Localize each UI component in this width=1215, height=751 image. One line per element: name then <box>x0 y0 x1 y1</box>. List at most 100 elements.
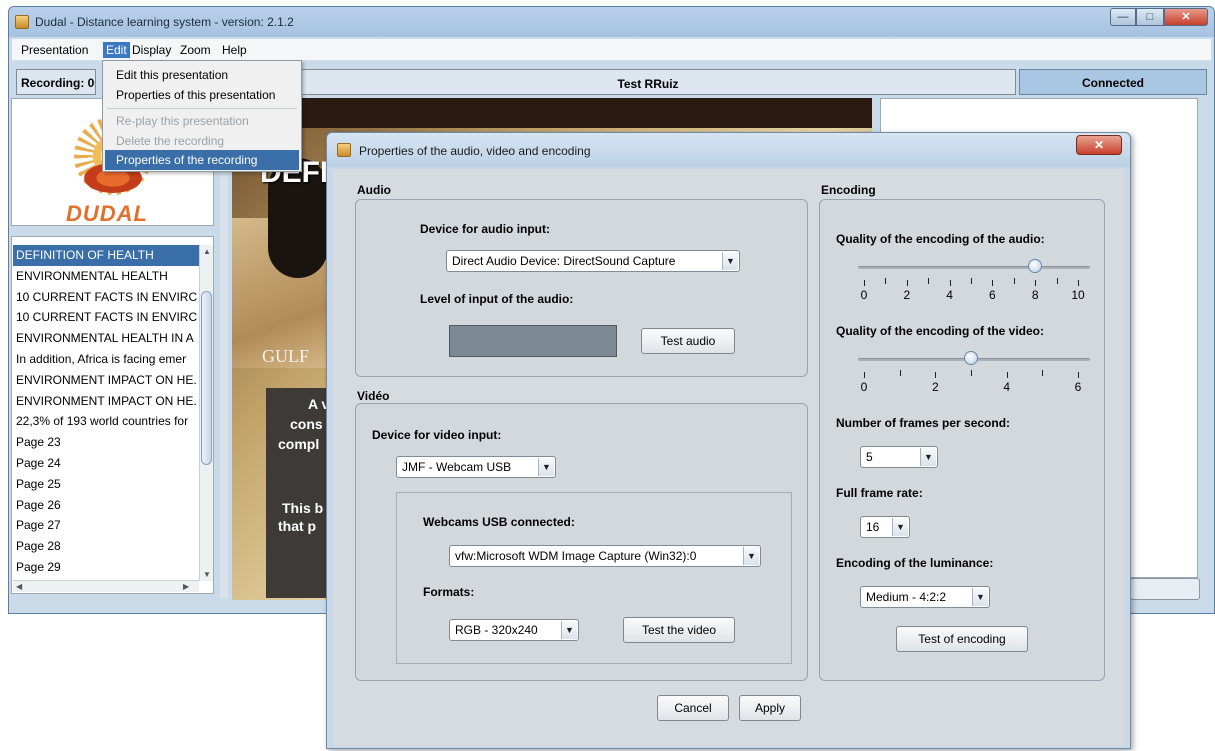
scroll-right-icon[interactable]: ▶ <box>183 582 189 591</box>
vertical-scrollbar[interactable]: ▲ ▼ <box>199 245 213 581</box>
video-section-label: Vidéo <box>357 389 390 403</box>
menu-item-presentation-properties[interactable]: Properties of this presentation <box>105 85 299 105</box>
video-slider-tick <box>935 372 937 378</box>
recording-timer: Recording: 00 <box>16 69 96 95</box>
video-slider-tick-label: 0 <box>860 380 868 394</box>
list-item[interactable]: ENVIRONMENTAL HEALTH <box>13 266 199 287</box>
scroll-up-icon[interactable]: ▲ <box>203 247 211 256</box>
logo: DUDAL <box>66 201 148 226</box>
maximize-icon[interactable]: □ <box>1136 8 1164 26</box>
list-item[interactable]: DEFINITION OF HEALTH <box>13 245 199 266</box>
apply-button[interactable]: Apply <box>739 695 801 721</box>
menu-bar: Presentation Edit Display Zoom Help <box>12 39 1211 61</box>
slide-text-3: compl <box>278 436 320 452</box>
list-item[interactable]: ENVIRONMENT IMPACT ON HE. <box>13 391 199 412</box>
luminance-value: Medium - 4:2:2 <box>866 590 947 604</box>
menu-item-edit-presentation[interactable]: Edit this presentation <box>105 65 299 85</box>
app-icon <box>15 15 29 29</box>
audio-slider-tick <box>885 278 887 284</box>
audio-slider-tick-label: 2 <box>903 288 911 302</box>
list-item[interactable]: Page 27 <box>13 515 199 536</box>
audio-slider-tick <box>864 280 865 286</box>
test-audio-button[interactable]: Test audio <box>641 328 735 354</box>
list-item[interactable]: Page 26 <box>13 495 199 516</box>
dialog-body: Audio Device for audio input: Direct Aud… <box>333 169 1124 746</box>
window-controls: — □ ✕ <box>1110 8 1208 26</box>
panel-splitter[interactable] <box>220 98 228 598</box>
audio-slider-tick <box>1056 278 1058 284</box>
audio-slider-tick <box>1078 280 1079 286</box>
menu-zoom[interactable]: Zoom <box>177 42 214 58</box>
presentation-title: Test RRuiz <box>280 69 1016 95</box>
audio-slider-thumb[interactable] <box>1028 259 1043 273</box>
video-slider-tick-label: 4 <box>1003 380 1010 394</box>
test-encoding-button[interactable]: Test of encoding <box>896 626 1028 652</box>
chevron-down-icon[interactable]: ▼ <box>920 448 936 466</box>
full-rate-select[interactable]: 16 ▼ <box>860 516 910 538</box>
video-group: Device for video input: JMF - Webcam USB… <box>355 403 808 681</box>
horizontal-scrollbar[interactable]: ◀ ▶ <box>13 580 199 592</box>
slide-text-5: that p <box>278 518 317 534</box>
menu-edit[interactable]: Edit <box>103 42 130 58</box>
menu-item-delete-recording: Delete the recording <box>116 134 225 148</box>
scroll-down-icon[interactable]: ▼ <box>203 570 211 579</box>
chevron-down-icon[interactable]: ▼ <box>972 588 988 606</box>
chevron-down-icon[interactable]: ▼ <box>561 621 577 639</box>
list-item[interactable]: ENVIRONMENT IMPACT ON HE. <box>13 370 199 391</box>
luminance-select[interactable]: Medium - 4:2:2 ▼ <box>860 586 990 608</box>
chevron-down-icon[interactable]: ▼ <box>722 252 738 270</box>
webcams-label: Webcams USB connected: <box>423 515 575 529</box>
test-video-button[interactable]: Test the video <box>623 617 735 643</box>
audio-level-label: Level of input of the audio: <box>420 292 574 306</box>
fps-select[interactable]: 5 ▼ <box>860 446 938 468</box>
list-item[interactable]: Page 25 <box>13 474 199 495</box>
list-item[interactable]: ENVIRONMENTAL HEALTH IN A <box>13 328 199 349</box>
chevron-down-icon[interactable]: ▼ <box>743 547 759 565</box>
menu-display[interactable]: Display <box>129 42 174 58</box>
scroll-thumb[interactable] <box>201 291 212 465</box>
app-icon <box>337 143 351 157</box>
list-item[interactable]: In addition, Africa is facing emer <box>13 349 199 370</box>
list-item[interactable]: 10 CURRENT FACTS IN ENVIRC <box>13 307 199 328</box>
chevron-down-icon[interactable]: ▼ <box>892 518 908 536</box>
list-item[interactable]: Page 23 <box>13 432 199 453</box>
list-item[interactable]: Page 24 <box>13 453 199 474</box>
video-slider-thumb[interactable] <box>964 351 978 365</box>
video-device-select[interactable]: JMF - Webcam USB ▼ <box>396 456 556 478</box>
audio-slider-tick <box>1013 278 1015 284</box>
scroll-left-icon[interactable]: ◀ <box>16 582 22 591</box>
slide-map-label: GULF <box>262 346 310 366</box>
audio-slider-tick <box>949 280 951 286</box>
audio-quality-slider[interactable]: 0 2 4 6 8 10 <box>820 258 1106 308</box>
audio-slider-tick-label: 8 <box>1031 288 1039 302</box>
audio-slider-track[interactable] <box>858 266 1090 269</box>
cancel-button[interactable]: Cancel <box>657 695 729 721</box>
format-value: RGB - 320x240 <box>455 623 538 637</box>
audio-slider-tick <box>971 278 972 284</box>
properties-dialog: Properties of the audio, video and encod… <box>326 132 1131 749</box>
title-bar: Dudal - Distance learning system - versi… <box>9 7 1214 37</box>
audio-device-value: Direct Audio Device: DirectSound Capture <box>452 254 676 268</box>
webcam-select[interactable]: vfw:Microsoft WDM Image Capture (Win32):… <box>449 545 761 567</box>
slide-text-4: This b <box>282 500 324 516</box>
format-select[interactable]: RGB - 320x240 ▼ <box>449 619 579 641</box>
close-icon[interactable]: ✕ <box>1164 8 1208 26</box>
minimize-icon[interactable]: — <box>1110 8 1136 26</box>
video-quality-label: Quality of the encoding of the video: <box>836 324 1045 338</box>
menu-help[interactable]: Help <box>219 42 250 58</box>
audio-device-select[interactable]: Direct Audio Device: DirectSound Capture… <box>446 250 740 272</box>
video-quality-slider[interactable]: 0 2 4 6 <box>820 350 1106 400</box>
list-item[interactable]: Page 29 <box>13 557 199 578</box>
formats-label: Formats: <box>423 585 475 599</box>
video-slider-tick <box>1042 370 1044 376</box>
list-item[interactable]: 10 CURRENT FACTS IN ENVIRC <box>13 287 199 308</box>
close-icon[interactable]: ✕ <box>1076 135 1122 155</box>
list-item[interactable]: Page 28 <box>13 536 199 557</box>
list-item[interactable]: 22,3% of 193 world countries for <box>13 411 199 432</box>
menu-item-recording-properties[interactable]: Properties of the recording <box>105 150 299 170</box>
right-panel-button[interactable] <box>1130 578 1200 600</box>
video-slider-tick-label: 2 <box>931 380 939 394</box>
video-device-value: JMF - Webcam USB <box>402 460 512 474</box>
menu-presentation[interactable]: Presentation <box>18 42 91 58</box>
chevron-down-icon[interactable]: ▼ <box>538 458 554 476</box>
